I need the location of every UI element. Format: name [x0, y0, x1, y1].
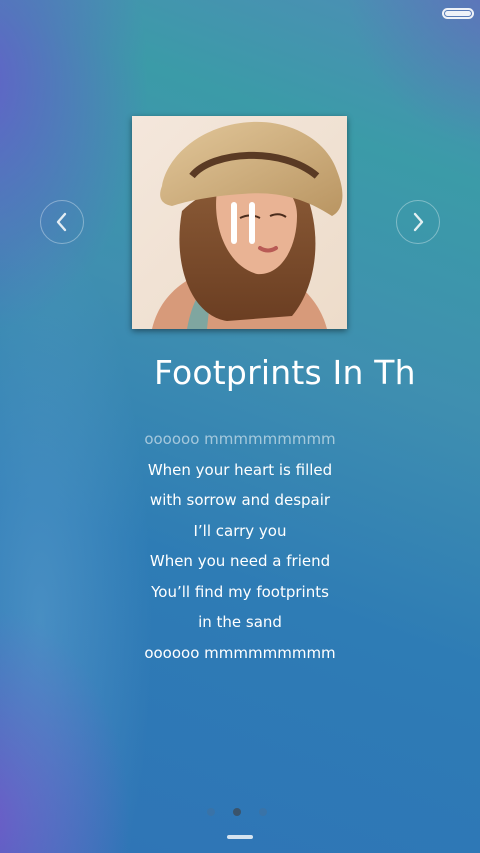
song-title: Footprints In The — [154, 353, 417, 392]
page-dot[interactable] — [259, 808, 267, 816]
lyric-line: with sorrow and despair — [149, 491, 331, 509]
battery-icon — [442, 8, 474, 19]
page-indicator — [207, 808, 267, 816]
battery-level-fill — [445, 11, 471, 16]
page-dot[interactable] — [207, 808, 215, 816]
chevron-left-icon — [56, 212, 67, 232]
pause-icon-bar-right — [249, 202, 255, 244]
next-track-button[interactable] — [396, 200, 440, 244]
pause-icon-bar-left — [231, 202, 237, 244]
lyric-line: When your heart is filled — [147, 460, 333, 479]
lyric-line: oooooo mmmmmmmmm — [144, 430, 336, 448]
lyric-line: oooooo mmmmmmmmm — [144, 643, 336, 662]
pause-button[interactable] — [229, 202, 259, 244]
previous-track-button[interactable] — [40, 200, 84, 244]
lyric-line: in the sand — [198, 613, 282, 631]
chevron-right-icon — [413, 212, 424, 232]
page-dot-active[interactable] — [233, 808, 241, 816]
song-title-marquee: Footprints In The — [154, 350, 417, 396]
lyric-line: You’ll find my footprints — [151, 582, 329, 601]
home-handle[interactable] — [227, 835, 253, 839]
lyric-line: When you need a friend — [149, 552, 331, 570]
lyric-line: I’ll carry you — [193, 521, 287, 540]
lyrics-panel[interactable]: oooooo mmmmmmmmm When your heart is fill… — [120, 424, 360, 668]
